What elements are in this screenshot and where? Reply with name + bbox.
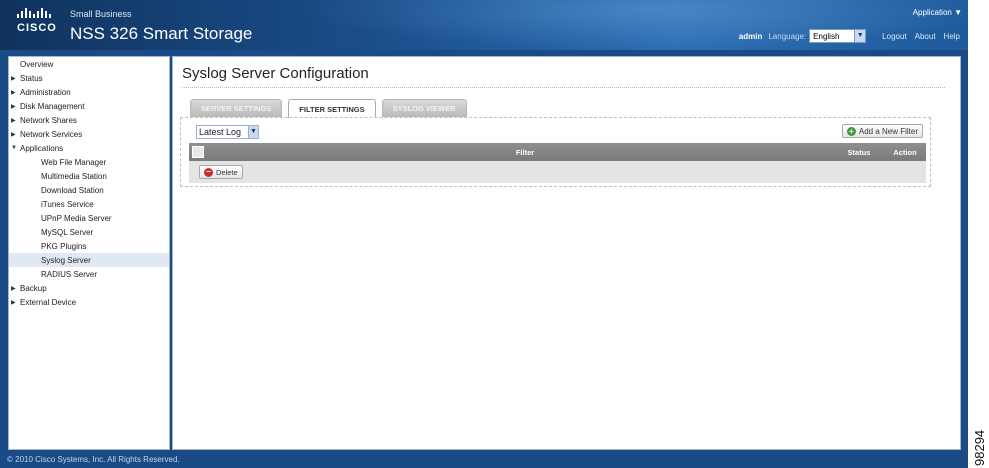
expand-arrow-icon: ▶ <box>11 131 16 138</box>
expand-arrow-icon: ▶ <box>11 103 16 110</box>
cisco-bars-icon <box>17 8 57 18</box>
sidebar-item-overview[interactable]: Overview <box>9 57 169 71</box>
page-title: Syslog Server Configuration <box>182 65 369 82</box>
column-header-status[interactable]: Status <box>834 148 884 157</box>
sidebar-item-syslog-server[interactable]: Syslog Server <box>9 253 169 267</box>
expand-arrow-icon: ▶ <box>11 117 16 124</box>
sidebar-item-label: Syslog Server <box>41 255 91 265</box>
sidebar-item-web-file-manager[interactable]: Web File Manager <box>9 155 169 169</box>
sidebar-item-label: UPnP Media Server <box>41 213 112 223</box>
delete-label: Delete <box>216 167 238 177</box>
sidebar-item-label: Multimedia Station <box>41 171 107 181</box>
brand-tagline: Small Business <box>70 9 132 19</box>
sidebar-item-label: Overview <box>20 59 54 69</box>
sidebar-item-backup[interactable]: ▶ Backup <box>9 281 169 295</box>
about-link[interactable]: About <box>915 32 936 41</box>
add-filter-button[interactable]: + Add a New Filter <box>841 124 923 138</box>
sidebar-item-label: Backup <box>20 283 47 293</box>
sidebar-item-label: Disk Management <box>20 101 85 111</box>
sidebar-item-mysql-server[interactable]: MySQL Server <box>9 225 169 239</box>
sidebar-item-itunes-service[interactable]: iTunes Service <box>9 197 169 211</box>
expand-arrow-icon: ▶ <box>11 89 16 96</box>
sidebar-item-label: MySQL Server <box>41 227 94 237</box>
tab-filter-settings[interactable]: FILTER SETTINGS <box>288 99 376 118</box>
sidebar-item-applications[interactable]: ▼ Applications <box>9 141 169 155</box>
logout-link[interactable]: Logout <box>882 32 906 41</box>
sidebar-item-label: Download Station <box>41 185 104 195</box>
sidebar-item-status[interactable]: ▶ Status <box>9 71 169 85</box>
plus-icon: + <box>846 126 856 136</box>
column-header-action: Action <box>893 147 917 157</box>
application-menu[interactable]: Application ▼ <box>913 8 962 17</box>
sidebar-item-label: Status <box>20 73 43 83</box>
app-frame: CISCO Small Business NSS 326 Smart Stora… <box>0 0 968 468</box>
select-all-checkbox[interactable] <box>192 146 204 158</box>
help-link[interactable]: Help <box>944 32 960 41</box>
log-select[interactable]: Latest Log ▼ <box>196 125 259 139</box>
cisco-wordmark: CISCO <box>17 22 57 34</box>
add-filter-label: Add a New Filter <box>858 126 918 136</box>
language-label: Language: <box>768 31 807 41</box>
filter-table-footer: − Delete <box>189 161 926 183</box>
expand-arrow-icon: ▶ <box>11 75 16 82</box>
header-bar: CISCO Small Business NSS 326 Smart Stora… <box>0 0 968 50</box>
sidebar-item-label: Network Services <box>20 129 83 139</box>
product-title: NSS 326 Smart Storage <box>70 24 253 43</box>
sidebar-item-download-station[interactable]: Download Station <box>9 183 169 197</box>
sidebar-item-network-services[interactable]: ▶ Network Services <box>9 127 169 141</box>
sidebar-item-external-device[interactable]: ▶ External Device <box>9 295 169 309</box>
sidebar-item-label: RADIUS Server <box>41 269 98 279</box>
cisco-logo: CISCO <box>17 8 57 34</box>
sidebar-item-upnp-media-server[interactable]: UPnP Media Server <box>9 211 169 225</box>
expand-arrow-icon: ▶ <box>11 285 16 292</box>
tab-server-settings[interactable]: SERVER SETTINGS <box>190 99 283 117</box>
sidebar-item-label: Network Shares <box>20 115 77 125</box>
language-value: English <box>813 31 840 41</box>
current-user: admin <box>738 31 763 41</box>
header-toolbar: admin Language: English ▼ Logout About H… <box>739 29 960 43</box>
log-select-value: Latest Log <box>199 127 242 137</box>
main-content: Syslog Server Configuration SERVER SETTI… <box>172 56 961 450</box>
figure-number: 98294 <box>972 429 987 466</box>
filter-table-header: Filter Status Action <box>189 143 926 161</box>
sidebar-item-administration[interactable]: ▶ Administration <box>9 85 169 99</box>
delete-icon: − <box>204 167 213 177</box>
sidebar-item-label: Administration <box>20 87 71 97</box>
sidebar-item-multimedia-station[interactable]: Multimedia Station <box>9 169 169 183</box>
collapse-arrow-icon: ▼ <box>11 145 17 151</box>
delete-button[interactable]: − Delete <box>199 165 243 179</box>
tab-syslog-viewer[interactable]: SYSLOG VIEWER <box>381 99 467 117</box>
sidebar-item-pkg-plugins[interactable]: PKG Plugins <box>9 239 169 253</box>
footer-copyright: © 2010 Cisco Systems, Inc. All Rights Re… <box>7 455 180 464</box>
chevron-down-icon: ▼ <box>854 30 866 42</box>
sidebar-item-radius-server[interactable]: RADIUS Server <box>9 267 169 281</box>
sidebar-item-network-shares[interactable]: ▶ Network Shares <box>9 113 169 127</box>
sidebar-item-label: External Device <box>20 297 77 307</box>
language-select[interactable]: English ▼ <box>809 29 867 43</box>
sidebar-item-label: Applications <box>20 143 64 153</box>
chevron-down-icon: ▼ <box>248 126 258 138</box>
filter-panel: Latest Log ▼ + Add a New Filter Filter S… <box>180 117 931 187</box>
sidebar-item-label: PKG Plugins <box>41 241 87 251</box>
title-divider <box>182 87 945 88</box>
sidebar-nav: Overview ▶ Status ▶ Administration ▶ Disk M… <box>8 56 170 450</box>
expand-arrow-icon: ▶ <box>11 299 16 306</box>
sidebar-item-disk-management[interactable]: ▶ Disk Management <box>9 99 169 113</box>
settings-tabs: SERVER SETTINGS FILTER SETTINGS SYSLOG V… <box>190 99 473 118</box>
sidebar-item-label: Web File Manager <box>41 157 107 167</box>
column-header-filter[interactable]: Filter <box>216 148 834 157</box>
sidebar-item-label: iTunes Service <box>41 199 94 209</box>
